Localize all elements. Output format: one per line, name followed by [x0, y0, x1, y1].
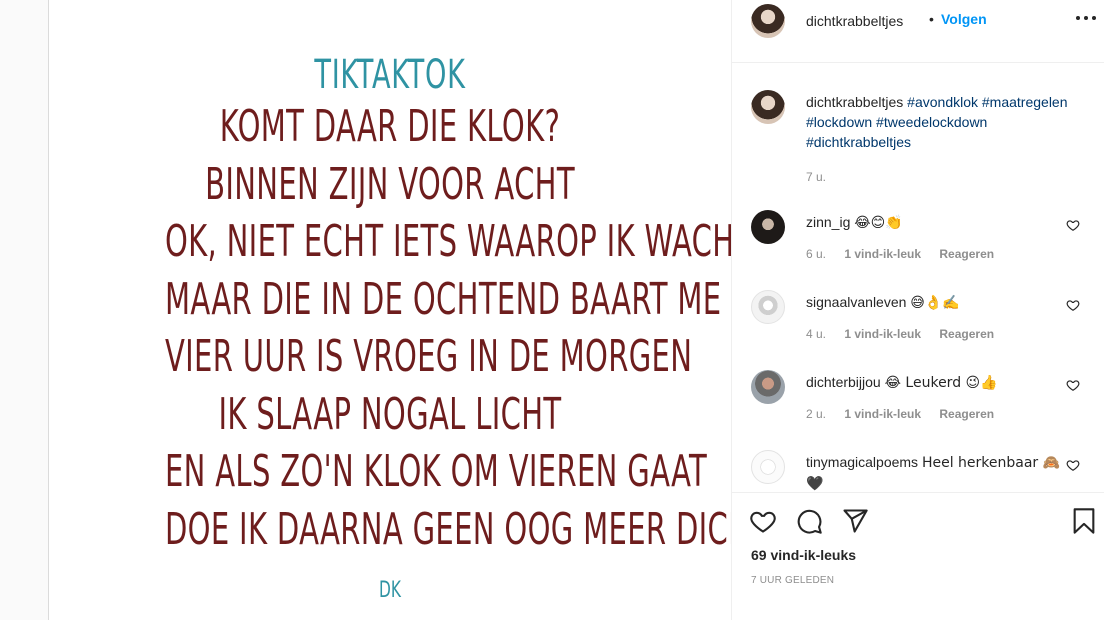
poem-signature: DK: [379, 578, 401, 603]
comment-text: dichterbijjou 😂 Leukerd 😉👍: [806, 372, 1061, 393]
post-image[interactable]: TIKTAKTOK KOMT DAAR DIE KLOK? BINNEN ZIJ…: [49, 0, 859, 620]
heart-icon[interactable]: [749, 507, 777, 535]
comment-meta: 6 u. 1 vind-ik-leuk Reageren: [806, 247, 1009, 261]
hashtag-link[interactable]: #dichtkrabbeltjes: [806, 134, 911, 150]
comment-text: signaalvanleven 😅👌✍️: [806, 292, 1061, 313]
comment: dichterbijjou 😂 Leukerd 😉👍 2 u. 1 vind-i…: [732, 370, 1104, 440]
comment-body: 😂 Leukerd 😉👍: [884, 375, 998, 391]
comment-username[interactable]: tinymagicalpoems: [806, 454, 918, 470]
avatar[interactable]: [751, 450, 785, 484]
poem-line: BINNEN ZIJN VOOR ACHT: [205, 158, 575, 210]
comment-icon[interactable]: [795, 507, 823, 535]
comment-likes-link[interactable]: 1 vind-ik-leuk: [844, 327, 921, 341]
hashtag-link[interactable]: #maatregelen: [982, 94, 1068, 110]
caption-username[interactable]: dichtkrabbeltjes: [806, 94, 903, 110]
more-horizontal-icon[interactable]: [1076, 16, 1096, 22]
avatar[interactable]: [751, 210, 785, 244]
comment-meta: 4 u. 1 vind-ik-leuk Reageren: [806, 327, 1009, 341]
hashtag-link[interactable]: #lockdown: [806, 114, 872, 130]
poem-line: EN ALS ZO'N KLOK OM VIEREN GAAT: [164, 446, 708, 497]
heart-icon[interactable]: [1066, 298, 1080, 312]
comment-username[interactable]: dichterbijjou: [806, 374, 881, 390]
share-icon[interactable]: [841, 507, 869, 535]
heart-icon[interactable]: [1066, 458, 1080, 472]
heart-icon[interactable]: [1066, 378, 1080, 392]
comment-likes-link[interactable]: 1 vind-ik-leuk: [844, 247, 921, 261]
comment-username[interactable]: signaalvanleven: [806, 294, 906, 310]
poem-line: OK, NIET ECHT IETS WAAROP IK WACHT: [164, 216, 753, 267]
background-strip: [0, 0, 49, 620]
comment: signaalvanleven 😅👌✍️ 4 u. 1 vind-ik-leuk…: [732, 290, 1104, 360]
bookmark-icon[interactable]: [1070, 507, 1098, 535]
reply-button[interactable]: Reageren: [939, 327, 994, 341]
caption-time: 7 u.: [806, 170, 827, 184]
comment-body: 😅👌✍️: [910, 295, 960, 311]
poem: TIKTAKTOK KOMT DAAR DIE KLOK? BINNEN ZIJ…: [49, 52, 859, 558]
poem-line: DOE IK DAARNA GEEN OOG MEER DICHT: [164, 503, 769, 555]
comment-time: 4 u.: [806, 327, 827, 341]
comment-time: 6 u.: [806, 247, 827, 261]
comment-likes-link[interactable]: 1 vind-ik-leuk: [844, 407, 921, 421]
avatar[interactable]: [751, 4, 785, 38]
poem-line: IK SLAAP NOGAL LICHT: [218, 388, 562, 440]
caption-text: dichtkrabbeltjes #avondklok #maatregelen…: [806, 92, 1091, 152]
instagram-post-view: TIKTAKTOK KOMT DAAR DIE KLOK? BINNEN ZIJ…: [0, 0, 1104, 620]
comment-username[interactable]: zinn_ig: [806, 214, 850, 230]
reply-button[interactable]: Reageren: [939, 407, 994, 421]
avatar[interactable]: [751, 290, 785, 324]
poem-line: KOMT DAAR DIE KLOK?: [219, 101, 561, 152]
heart-icon[interactable]: [1066, 218, 1080, 232]
comment-text: tinymagicalpoems Heel herkenbaar 🙈🖤: [806, 452, 1061, 492]
separator-dot: •: [929, 11, 934, 27]
comment-text: zinn_ig 😂😊👏: [806, 212, 1061, 233]
reply-button[interactable]: Reageren: [939, 247, 994, 261]
posted-time: 7 UUR GELEDEN: [751, 575, 835, 586]
hashtag-link[interactable]: #avondklok: [907, 94, 978, 110]
avatar[interactable]: [751, 370, 785, 404]
likes-count[interactable]: 69 vind-ik-leuks: [751, 547, 856, 563]
comment: tinymagicalpoems Heel herkenbaar 🙈🖤: [732, 450, 1104, 492]
follow-button[interactable]: Volgen: [941, 11, 987, 27]
comment-time: 2 u.: [806, 407, 827, 421]
comment-meta: 2 u. 1 vind-ik-leuk Reageren: [806, 407, 1009, 421]
hashtag-link[interactable]: #tweedelockdown: [876, 114, 987, 130]
poem-title: TIKTAKTOK: [314, 52, 466, 98]
header-username[interactable]: dichtkrabbeltjes: [806, 13, 903, 29]
poem-line: MAAR DIE IN DE OCHTEND BAART ME ZORGEN: [164, 273, 859, 325]
avatar[interactable]: [751, 90, 785, 124]
post-actions: 69 vind-ik-leuks 7 UUR GELEDEN: [732, 492, 1104, 620]
comment: zinn_ig 😂😊👏 6 u. 1 vind-ik-leuk Reageren: [732, 210, 1104, 280]
post-header: dichtkrabbeltjes • Volgen: [732, 0, 1104, 63]
comment-body: 😂😊👏: [854, 215, 903, 231]
post-side-panel: dichtkrabbeltjes • Volgen dichtkrabbeltj…: [731, 0, 1104, 620]
poem-line: VIER UUR IS VROEG IN DE MORGEN: [164, 331, 693, 382]
